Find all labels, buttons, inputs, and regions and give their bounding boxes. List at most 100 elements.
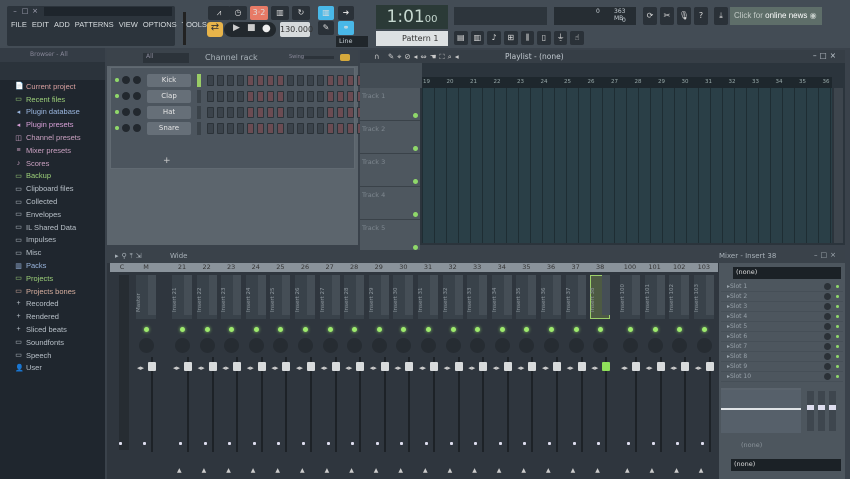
step-button[interactable]: [327, 90, 334, 102]
pan-knob[interactable]: [696, 338, 712, 353]
slot-enable-led[interactable]: [836, 345, 839, 348]
route-arrow[interactable]: ▲: [226, 467, 231, 474]
step-button[interactable]: [277, 122, 284, 134]
browser-item[interactable]: ▥ Packs: [0, 259, 105, 272]
slot-enable-led[interactable]: [836, 355, 839, 358]
pan-knob[interactable]: [298, 338, 313, 353]
mixer-strip[interactable]: 38 Insert 38 ◂▸ ▲: [588, 263, 612, 477]
track-mute-led[interactable]: [413, 113, 418, 118]
cut-icon[interactable]: ✂: [660, 7, 674, 25]
send-led[interactable]: [352, 327, 358, 332]
step-button[interactable]: [277, 90, 284, 102]
send-led[interactable]: [628, 327, 633, 332]
volume-fader[interactable]: [681, 362, 690, 371]
slot-enable-led[interactable]: [836, 285, 839, 288]
step-button[interactable]: [297, 74, 304, 86]
pencil-button[interactable]: ✎: [318, 21, 334, 35]
browser-item[interactable]: ▭ Speech: [0, 349, 105, 362]
volume-fader[interactable]: [479, 362, 488, 371]
track-mute-led[interactable]: [413, 212, 418, 217]
browser-item[interactable]: + Recorded: [0, 298, 105, 311]
route-arrow[interactable]: ▲: [423, 467, 428, 474]
wait-input-button[interactable]: ◷: [229, 6, 247, 20]
mixer-strip[interactable]: 37 Insert 37 ◂▸ ▲: [564, 263, 588, 477]
output-select[interactable]: (none): [731, 459, 841, 471]
step-button[interactable]: [227, 122, 234, 134]
send-led[interactable]: [549, 327, 554, 332]
effect-slot[interactable]: ▸ Slot 4: [721, 312, 843, 322]
step-button[interactable]: [317, 90, 324, 102]
channel-rack-icon[interactable]: ▥: [470, 31, 485, 45]
step-button[interactable]: [227, 74, 234, 86]
volume-fader[interactable]: [430, 362, 438, 371]
master-volume-slider[interactable]: [183, 12, 186, 45]
browser-item[interactable]: ▭ Impulses: [0, 234, 105, 247]
send-led[interactable]: [180, 327, 185, 332]
mixer-strip[interactable]: 21 Insert 21 ◂▸ ▲: [170, 263, 194, 477]
download-icon[interactable]: ⤓: [714, 7, 728, 25]
route-arrow[interactable]: ▲: [177, 467, 182, 474]
timeline-ruler[interactable]: 19 20 21 22 23 24 25 26 27 28 29 30 31 32 33 34 35 36: [422, 77, 832, 88]
browser-item[interactable]: ▭ Recent files: [0, 93, 105, 106]
route-arrow[interactable]: ▲: [521, 467, 526, 474]
plugin-icon[interactable]: ⏚: [553, 31, 568, 45]
mixer-strip[interactable]: 101 Insert 101 ◂▸ ▲: [643, 263, 667, 477]
playlist-grid[interactable]: [422, 88, 832, 243]
effect-slot[interactable]: ▸ Slot 5: [721, 322, 843, 332]
channel-row[interactable]: Hat: [115, 105, 364, 119]
pan-knob[interactable]: [122, 76, 130, 84]
step-button[interactable]: [287, 122, 294, 134]
route-arrow[interactable]: ▲: [674, 467, 679, 474]
step-button[interactable]: [257, 122, 264, 134]
slot-enable-led[interactable]: [836, 325, 839, 328]
step-record-button[interactable]: ➜: [338, 6, 354, 20]
pan-knob[interactable]: [122, 92, 130, 100]
channel-filter-select[interactable]: All: [143, 53, 189, 63]
mixer-strip[interactable]: 31 Insert 31 ◂▸ ▲: [416, 263, 440, 477]
channel-name-button[interactable]: Hat: [147, 105, 191, 119]
graph-toggle[interactable]: [340, 54, 350, 61]
channel-row[interactable]: Clap: [115, 89, 364, 103]
step-button[interactable]: [327, 74, 334, 86]
step-button[interactable]: [237, 106, 244, 118]
channel-select[interactable]: [197, 121, 201, 135]
step-button[interactable]: [297, 122, 304, 134]
effect-slot[interactable]: ▸ Slot 3: [721, 302, 843, 312]
step-button[interactable]: [277, 106, 284, 118]
mixer-strip[interactable]: 29 Insert 29 ◂▸ ▲: [367, 263, 391, 477]
close-button[interactable]: ×: [31, 8, 39, 15]
send-led[interactable]: [376, 327, 382, 332]
slot-enable-led[interactable]: [836, 335, 839, 338]
step-button[interactable]: [307, 90, 314, 102]
channel-row[interactable]: Kick: [115, 73, 364, 87]
volume-knob[interactable]: [133, 108, 141, 116]
send-led[interactable]: [450, 327, 456, 332]
step-button[interactable]: [317, 106, 324, 118]
volume-fader[interactable]: [602, 362, 611, 371]
step-button[interactable]: [207, 74, 214, 86]
volume-fader[interactable]: [233, 362, 242, 371]
effect-slot[interactable]: ▸ Slot 8: [721, 352, 843, 362]
step-button[interactable]: [307, 106, 314, 118]
add-channel-button[interactable]: +: [163, 156, 171, 166]
volume-fader[interactable]: [577, 362, 586, 371]
menu-item-options[interactable]: OPTIONS: [143, 20, 177, 29]
channel-select[interactable]: [197, 105, 201, 119]
mixer-strip[interactable]: C: [110, 263, 134, 477]
pan-knob[interactable]: [224, 338, 240, 353]
browser-item[interactable]: ◂ Plugin database: [0, 106, 105, 119]
mixer-icon[interactable]: ⫼: [520, 31, 535, 45]
touch-controller-icon[interactable]: ☝: [570, 31, 584, 45]
send-led[interactable]: [327, 327, 333, 332]
track-mute-led[interactable]: [413, 146, 418, 151]
loop-record-button[interactable]: ↻: [292, 6, 310, 20]
effect-slot[interactable]: ▸ Slot 10: [721, 372, 843, 382]
step-button[interactable]: [247, 74, 254, 86]
channel-name-button[interactable]: Kick: [147, 73, 191, 87]
route-arrow[interactable]: ▲: [699, 467, 704, 474]
swing-slider[interactable]: [304, 56, 334, 59]
step-button[interactable]: [217, 122, 224, 134]
mixer-strip[interactable]: 25 Insert 25 ◂▸ ▲: [268, 263, 292, 477]
route-arrow[interactable]: ▲: [325, 467, 330, 474]
route-arrow[interactable]: ▲: [251, 467, 256, 474]
